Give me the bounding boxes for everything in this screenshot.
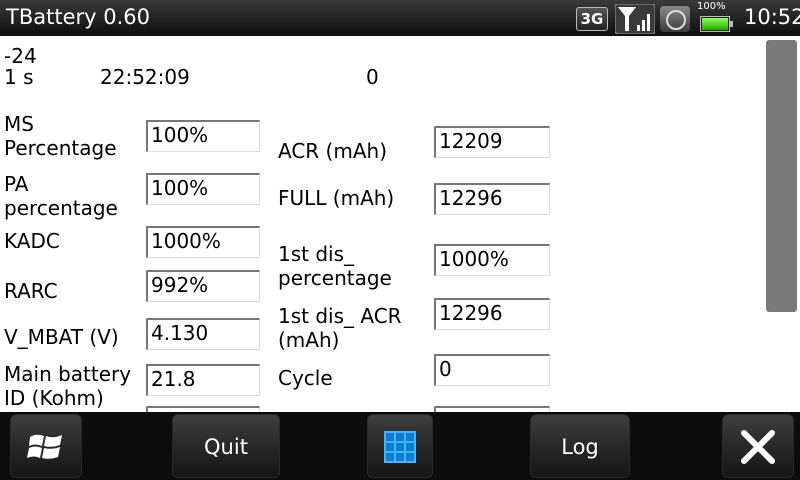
rarc-field[interactable]: 992%	[146, 270, 260, 302]
counter-text: 0	[366, 65, 379, 89]
v-mbat-label: V_MBAT (V)	[4, 325, 119, 349]
input-panel-button[interactable]	[367, 414, 433, 478]
full-label: FULL (mAh)	[278, 186, 395, 210]
start-button[interactable]	[10, 414, 82, 478]
cycle-label: Cycle	[278, 366, 333, 390]
main-content: -24 1 s 22:52:09 0 MS Percentage 100% PA…	[0, 36, 763, 412]
close-icon	[741, 430, 775, 464]
first-dis-percentage-field[interactable]: 1000%	[434, 244, 550, 276]
battery-level-fill	[702, 18, 728, 30]
vertical-scrollbar[interactable]	[763, 36, 800, 412]
full-field[interactable]: 12296	[434, 183, 550, 215]
first-dis-acr-label: 1st dis_ ACR (mAh)	[278, 304, 402, 352]
first-dis-percentage-label: 1st dis_ percentage	[278, 242, 392, 290]
kadc-label: KADC	[4, 229, 60, 253]
clock[interactable]: 10:52	[744, 5, 800, 29]
quit-button[interactable]: Quit	[172, 414, 280, 478]
volume-icon[interactable]	[660, 6, 690, 32]
pa-percentage-field[interactable]: 100%	[146, 173, 260, 205]
kadc-field[interactable]: 1000%	[146, 226, 260, 258]
soft-key-bar: Quit Log	[0, 412, 800, 480]
ms-percentage-label: MS Percentage	[4, 112, 117, 160]
status-bar: TBattery 0.60 3G 100% 10:52	[0, 0, 800, 36]
close-button[interactable]	[722, 414, 794, 478]
log-button-label: Log	[561, 435, 599, 459]
first-dis-acr-field[interactable]: 12296	[434, 298, 550, 330]
scrollbar-thumb[interactable]	[766, 40, 797, 312]
battery-id-field[interactable]: 21.8	[146, 364, 260, 396]
network-type-badge[interactable]: 3G	[576, 7, 608, 31]
cycle-field[interactable]: 0	[434, 354, 550, 386]
interval-text: 1 s	[4, 65, 34, 89]
v-mbat-field[interactable]: 4.130	[146, 318, 260, 350]
windows-logo-icon	[27, 434, 62, 459]
timestamp-text: 22:52:09	[100, 65, 190, 89]
acr-label: ACR (mAh)	[278, 139, 387, 163]
signal-icon[interactable]	[615, 4, 655, 34]
battery-icon[interactable]	[700, 16, 733, 32]
pa-percentage-label: PA percentage	[4, 172, 118, 220]
quit-button-label: Quit	[204, 435, 248, 459]
battery-id-label: Main battery ID (Kohm)	[4, 362, 132, 410]
app-title: TBattery 0.60	[6, 5, 150, 29]
rarc-label: RARC	[4, 279, 58, 303]
log-button[interactable]: Log	[530, 414, 630, 478]
battery-percent: 100%	[697, 1, 726, 12]
ms-percentage-field[interactable]: 100%	[146, 120, 260, 152]
acr-field[interactable]: 12209	[434, 126, 550, 158]
grid-icon	[384, 431, 416, 463]
